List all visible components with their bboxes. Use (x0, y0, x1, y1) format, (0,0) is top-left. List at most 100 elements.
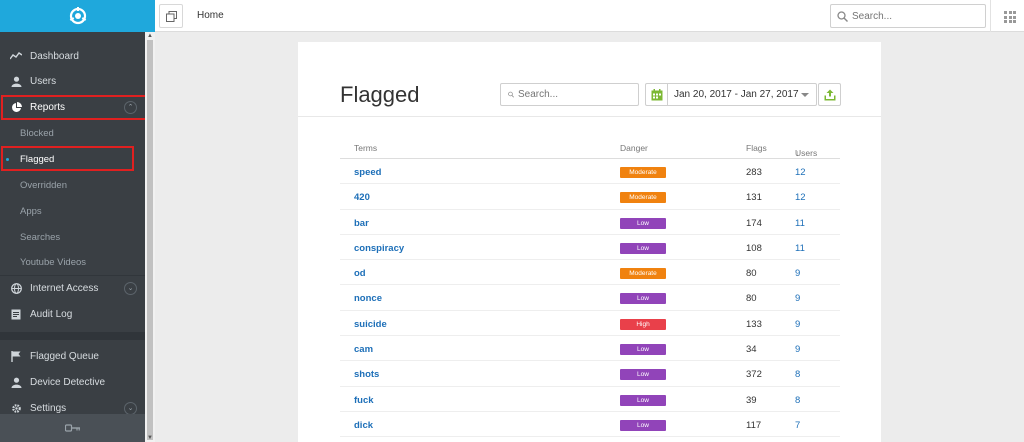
divider (298, 116, 881, 117)
term-link[interactable]: od (354, 268, 366, 279)
table-row[interactable]: od Moderate 80 9 (340, 260, 840, 286)
sidebar-item-label: Dashboard (30, 50, 79, 62)
danger-badge: Low (620, 217, 666, 229)
window-toggle-button[interactable] (159, 4, 183, 28)
term-link[interactable]: suicide (354, 319, 387, 330)
calendar-icon[interactable] (646, 84, 668, 105)
page-title: Flagged (340, 82, 420, 107)
user-icon (10, 75, 22, 87)
table-row[interactable]: 420 Moderate 131 12 (340, 184, 840, 210)
column-header-terms[interactable]: Terms (354, 143, 377, 153)
table-row[interactable]: speed Moderate 283 12 (340, 159, 840, 185)
sidebar-item-users[interactable]: Users (0, 69, 145, 93)
chevron-down-icon[interactable]: ⌄ (124, 281, 137, 295)
users-count-link[interactable]: 9 (795, 319, 800, 330)
column-header-flags[interactable]: Flags (746, 143, 767, 153)
table-row[interactable]: conspiracy Low 108 11 (340, 235, 840, 261)
users-count-link[interactable]: 11 (795, 218, 805, 229)
sidebar-item-label: Searches (20, 231, 61, 243)
sidebar-item-label: Users (30, 75, 57, 87)
table-row[interactable]: dick Low 117 7 (340, 412, 840, 438)
top-bar: Home (155, 0, 1024, 32)
sidebar-item-label: Apps (20, 205, 42, 217)
sidebar-item-overridden[interactable]: Overridden (0, 173, 145, 197)
flags-count: 174 (746, 217, 762, 229)
sidebar-item-label: Blocked (20, 127, 54, 139)
flags-count: 80 (746, 293, 757, 305)
term-link[interactable]: shots (354, 369, 379, 380)
table-row[interactable]: fuck Low 39 8 (340, 387, 840, 412)
flags-count: 34 (746, 344, 757, 356)
sidebar-item-label: Flagged Queue (30, 350, 99, 362)
scroll-down-arrow-icon[interactable]: ▼ (145, 434, 155, 442)
sidebar-item-flagged-queue[interactable]: Flagged Queue (0, 344, 145, 368)
caret-down-icon (801, 93, 809, 97)
users-count-link[interactable]: 9 (795, 344, 800, 355)
table-header: Terms Danger Flags Users ↓ (340, 138, 840, 159)
chart-line-icon (10, 50, 22, 62)
term-link[interactable]: nonce (354, 293, 382, 304)
column-header-danger[interactable]: Danger (620, 143, 648, 153)
sidebar-nav: Dashboard Users Reports ⌃ Blocked Flagge… (0, 32, 147, 415)
users-count-link[interactable]: 7 (795, 420, 800, 431)
sidebar-item-searches[interactable]: Searches (0, 225, 145, 249)
date-range-picker[interactable]: Jan 20, 2017 - Jan 27, 2017 (645, 83, 817, 106)
term-link[interactable]: cam (354, 344, 373, 355)
flags-count: 131 (746, 192, 762, 204)
windows-icon (165, 10, 177, 22)
user-icon (10, 376, 22, 388)
term-link[interactable]: dick (354, 420, 373, 431)
apps-grid-icon[interactable] (1004, 11, 1016, 23)
danger-badge: Moderate (620, 192, 666, 204)
term-link[interactable]: conspiracy (354, 243, 404, 254)
term-link[interactable]: bar (354, 218, 369, 229)
table-row[interactable]: cam Low 34 9 (340, 336, 840, 362)
users-count-link[interactable]: 8 (795, 369, 800, 380)
users-count-link[interactable]: 8 (795, 395, 800, 406)
sidebar-item-apps[interactable]: Apps (0, 199, 145, 223)
breadcrumb[interactable]: Home (197, 10, 224, 21)
sidebar-item-internet-access[interactable]: Internet Access ⌄ (0, 276, 145, 300)
document-icon (10, 308, 22, 320)
table-row[interactable]: suicide High 133 9 (340, 311, 840, 337)
global-search-input[interactable] (852, 10, 972, 22)
export-button[interactable] (818, 83, 841, 106)
sidebar-item-device-detective[interactable]: Device Detective (0, 370, 145, 394)
term-link[interactable]: fuck (354, 395, 374, 406)
global-search[interactable] (830, 4, 986, 28)
users-count-link[interactable]: 11 (795, 243, 805, 254)
sidebar-scrollbar[interactable]: ▲ ▼ (145, 32, 155, 442)
term-link[interactable]: 420 (354, 192, 370, 203)
sidebar-item-blocked[interactable]: Blocked (0, 121, 145, 145)
table-row[interactable]: shots Low 372 8 (340, 361, 840, 387)
danger-badge: Low (620, 394, 666, 406)
users-count-link[interactable]: 12 (795, 167, 806, 178)
sidebar-item-youtube-videos[interactable]: Youtube Videos (0, 250, 145, 274)
table-row[interactable]: bar Low 174 11 (340, 210, 840, 235)
flags-count: 80 (746, 268, 757, 280)
danger-badge: Low (620, 293, 666, 305)
flags-count: 283 (746, 167, 762, 178)
filter-search-input[interactable] (518, 89, 638, 100)
filter-search[interactable] (500, 83, 639, 106)
flags-count: 372 (746, 369, 762, 381)
sidebar-item-audit-log[interactable]: Audit Log (0, 302, 145, 326)
users-count-link[interactable]: 9 (795, 268, 800, 279)
brand-bar[interactable] (0, 0, 155, 32)
sort-arrow-icon: ↓ (795, 148, 800, 158)
scrollbar-thumb[interactable] (147, 40, 153, 440)
users-count-link[interactable]: 9 (795, 293, 800, 304)
divider (990, 0, 991, 32)
flagged-card: Flagged Jan 20, 2017 - Jan 27, 2017 Term… (298, 42, 881, 442)
danger-badge: Moderate (620, 167, 666, 178)
term-link[interactable]: speed (354, 167, 381, 178)
sidebar-footer[interactable] (0, 414, 145, 442)
gear-icon (10, 402, 22, 414)
sidebar: Dashboard Users Reports ⌃ Blocked Flagge… (0, 0, 155, 442)
table-row[interactable]: nonce Low 80 9 (340, 285, 840, 311)
sidebar-item-dashboard[interactable]: Dashboard (0, 44, 145, 68)
compass-logo-icon (69, 7, 86, 25)
chevron-down-icon[interactable]: ⌄ (124, 401, 137, 415)
users-count-link[interactable]: 12 (795, 192, 806, 203)
scroll-up-arrow-icon[interactable]: ▲ (145, 32, 155, 40)
